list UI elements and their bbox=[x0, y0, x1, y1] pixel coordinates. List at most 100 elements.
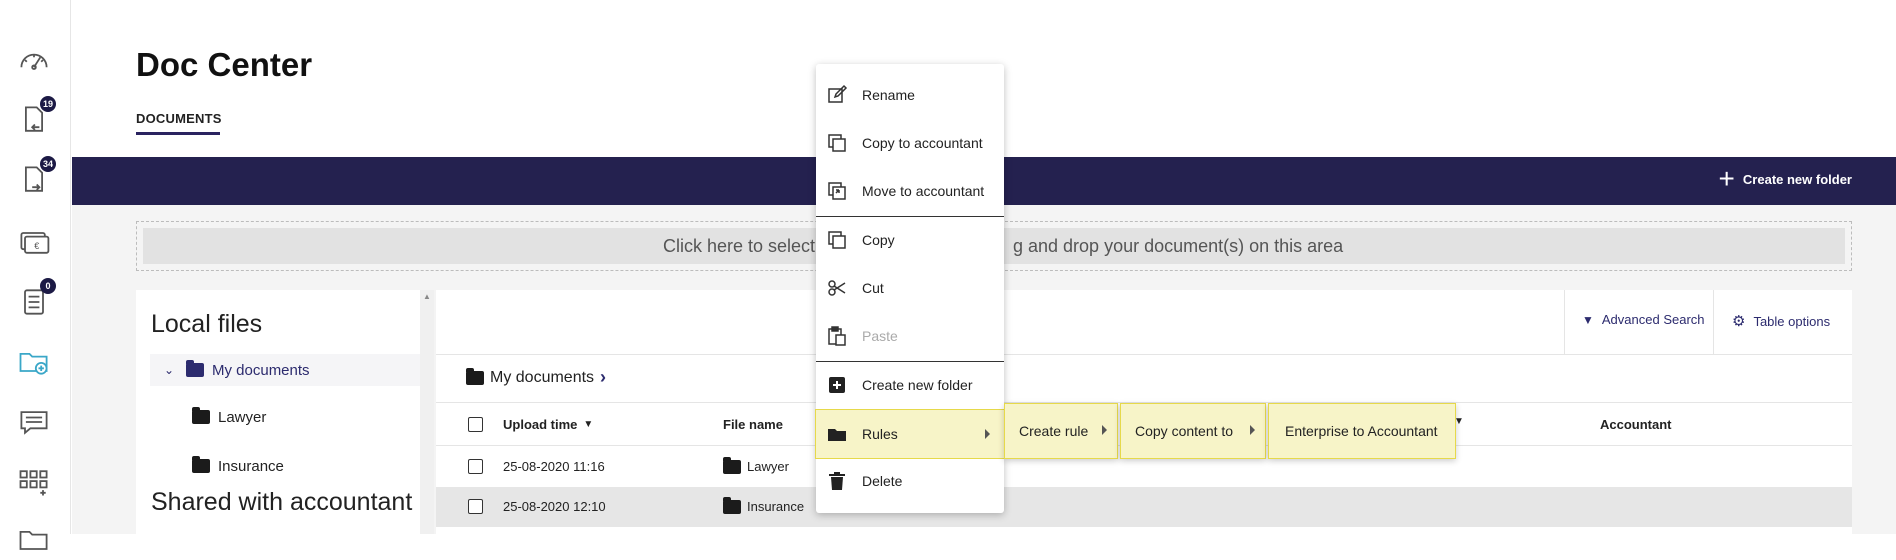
folder-icon bbox=[192, 456, 210, 473]
caret-right-icon bbox=[1250, 425, 1255, 435]
paste-icon bbox=[828, 326, 846, 346]
gear-icon: ⚙ bbox=[1732, 313, 1746, 330]
tab-active-indicator bbox=[136, 132, 220, 135]
scroll-up-arrow-icon[interactable]: ▲ bbox=[423, 292, 431, 301]
toolbar-divider bbox=[436, 354, 1852, 355]
menu-item-copy-to-accountant[interactable]: Copy to accountant bbox=[816, 120, 1004, 166]
cell-file-name[interactable]: Insurance bbox=[723, 496, 805, 514]
dashboard-gauge-icon[interactable] bbox=[14, 40, 54, 80]
create-new-folder-label: Create new folder bbox=[1742, 171, 1852, 187]
tab-documents[interactable]: DOCUMENTS bbox=[136, 111, 222, 126]
submenu-label: Enterprise to Accountant bbox=[1285, 423, 1438, 439]
cell-file-name[interactable]: Lawyer bbox=[723, 456, 789, 474]
column-upload-time[interactable]: Upload time ▼ bbox=[503, 417, 593, 432]
incoming-documents-icon[interactable]: 19 bbox=[14, 96, 56, 140]
menu-item-label: Copy to accountant bbox=[862, 135, 983, 151]
dropzone-text-left: Click here to select bbox=[663, 235, 816, 256]
tree-scrollbar[interactable]: ▲ bbox=[420, 290, 434, 534]
scissors-icon bbox=[828, 280, 846, 296]
folder-icon bbox=[192, 407, 210, 424]
copy-icon bbox=[828, 134, 846, 152]
tree-item-lawyer[interactable]: Lawyer bbox=[192, 405, 266, 429]
folder-icon bbox=[828, 429, 846, 441]
plus-square-icon bbox=[829, 377, 845, 393]
menu-item-label: Paste bbox=[862, 328, 898, 344]
chevron-right-icon: › bbox=[600, 367, 607, 387]
create-new-folder-button[interactable]: + Create new folder bbox=[1718, 163, 1852, 194]
trash-icon bbox=[829, 472, 845, 490]
menu-item-rename[interactable]: Rename bbox=[816, 72, 1004, 118]
caret-right-icon bbox=[985, 429, 990, 439]
tree-item-label: Lawyer bbox=[218, 408, 267, 426]
menu-item-rules[interactable]: Rules bbox=[815, 409, 1005, 459]
outgoing-badge: 34 bbox=[40, 156, 56, 172]
sidebar: 19 34 € 0 bbox=[0, 0, 71, 550]
outgoing-documents-icon[interactable]: 34 bbox=[14, 156, 56, 200]
filter-icon: ▼ bbox=[1582, 312, 1594, 327]
copy-icon bbox=[828, 231, 846, 249]
menu-item-label: Rules bbox=[862, 426, 898, 442]
select-all-checkbox[interactable] bbox=[468, 417, 483, 432]
page-title: Doc Center bbox=[136, 46, 313, 83]
table-row[interactable]: 25-08-2020 12:10 Insurance bbox=[436, 487, 1852, 527]
menu-item-cut[interactable]: Cut bbox=[816, 265, 1004, 311]
cell-upload-time: 25-08-2020 12:10 bbox=[503, 499, 606, 514]
menu-item-paste: Paste bbox=[816, 313, 1004, 359]
menu-item-delete[interactable]: Delete bbox=[816, 458, 1004, 504]
shared-with-accountant-heading: Shared with accountant bbox=[151, 488, 413, 516]
tasks-list-icon[interactable]: 0 bbox=[14, 278, 56, 322]
dropzone-text-right: g and drop your document(s) on this area bbox=[1013, 235, 1344, 256]
menu-item-copy[interactable]: Copy bbox=[816, 217, 1004, 263]
table-options-button[interactable]: ⚙ Table options bbox=[1732, 312, 1830, 330]
advanced-search-label: Advanced Search bbox=[1601, 312, 1705, 327]
tree-item-label: Insurance bbox=[218, 457, 284, 475]
file-name-label: Insurance bbox=[747, 499, 805, 514]
menu-item-create-new-folder[interactable]: Create new folder bbox=[816, 362, 1004, 408]
local-files-heading: Local files bbox=[151, 310, 263, 338]
submenu-copy-content-to[interactable]: Copy content to bbox=[1120, 403, 1266, 459]
filter-icon[interactable]: ▼ bbox=[583, 419, 593, 430]
folder-icon bbox=[723, 496, 741, 514]
doc-center-folder-icon[interactable] bbox=[14, 342, 54, 382]
menu-item-label: Cut bbox=[862, 280, 884, 296]
toolbar-divider bbox=[1713, 290, 1714, 354]
payments-euro-icon[interactable]: € bbox=[14, 222, 54, 262]
plus-icon: + bbox=[1718, 163, 1735, 194]
file-name-label: Lawyer bbox=[747, 459, 789, 474]
menu-item-label: Move to accountant bbox=[862, 183, 985, 199]
row-checkbox[interactable] bbox=[468, 499, 483, 514]
breadcrumb-current[interactable]: My documents bbox=[490, 369, 594, 387]
menu-item-label: Rename bbox=[862, 87, 915, 103]
tasks-badge: 0 bbox=[40, 278, 56, 294]
folder-icon bbox=[466, 367, 484, 385]
tree-item-insurance[interactable]: Insurance bbox=[192, 454, 284, 478]
context-menu: Rename Copy to accountant Move to accoun… bbox=[815, 64, 1005, 513]
submenu-create-rule[interactable]: Create rule bbox=[1004, 403, 1118, 459]
caret-right-icon bbox=[1102, 425, 1107, 435]
tree-item-my-documents[interactable]: ⌄ My documents bbox=[164, 358, 310, 382]
folder-icon bbox=[186, 360, 204, 377]
incoming-badge: 19 bbox=[40, 96, 56, 112]
messages-icon[interactable] bbox=[14, 402, 54, 442]
column-accountant[interactable]: Accountant bbox=[1600, 417, 1672, 432]
submenu-label: Copy content to bbox=[1135, 423, 1234, 439]
column-upload-time-label: Upload time bbox=[503, 417, 578, 432]
menu-item-label: Create new folder bbox=[862, 377, 973, 393]
menu-item-move-to-accountant[interactable]: Move to accountant bbox=[816, 168, 1004, 214]
submenu-enterprise-to-accountant[interactable]: Enterprise to Accountant bbox=[1268, 403, 1456, 459]
toolbar-divider bbox=[1564, 290, 1565, 354]
edit-pencil-icon bbox=[828, 84, 848, 103]
folder-icon bbox=[723, 456, 741, 474]
table-options-label: Table options bbox=[1753, 313, 1831, 329]
folder-icon[interactable] bbox=[14, 520, 54, 560]
menu-item-label: Copy bbox=[862, 232, 895, 248]
submenu-label: Create rule bbox=[1019, 423, 1089, 439]
tree-item-label: My documents bbox=[212, 361, 310, 379]
column-file-name[interactable]: File name bbox=[723, 417, 783, 432]
apps-grid-icon[interactable] bbox=[14, 462, 54, 502]
cell-upload-time: 25-08-2020 11:16 bbox=[503, 459, 605, 474]
row-checkbox[interactable] bbox=[468, 459, 483, 474]
folder-tree-panel: Local files Shared with accountant bbox=[136, 290, 420, 534]
chevron-down-icon[interactable]: ⌄ bbox=[164, 363, 178, 377]
advanced-search-button[interactable]: ▼ Advanced Search bbox=[1582, 312, 1705, 327]
